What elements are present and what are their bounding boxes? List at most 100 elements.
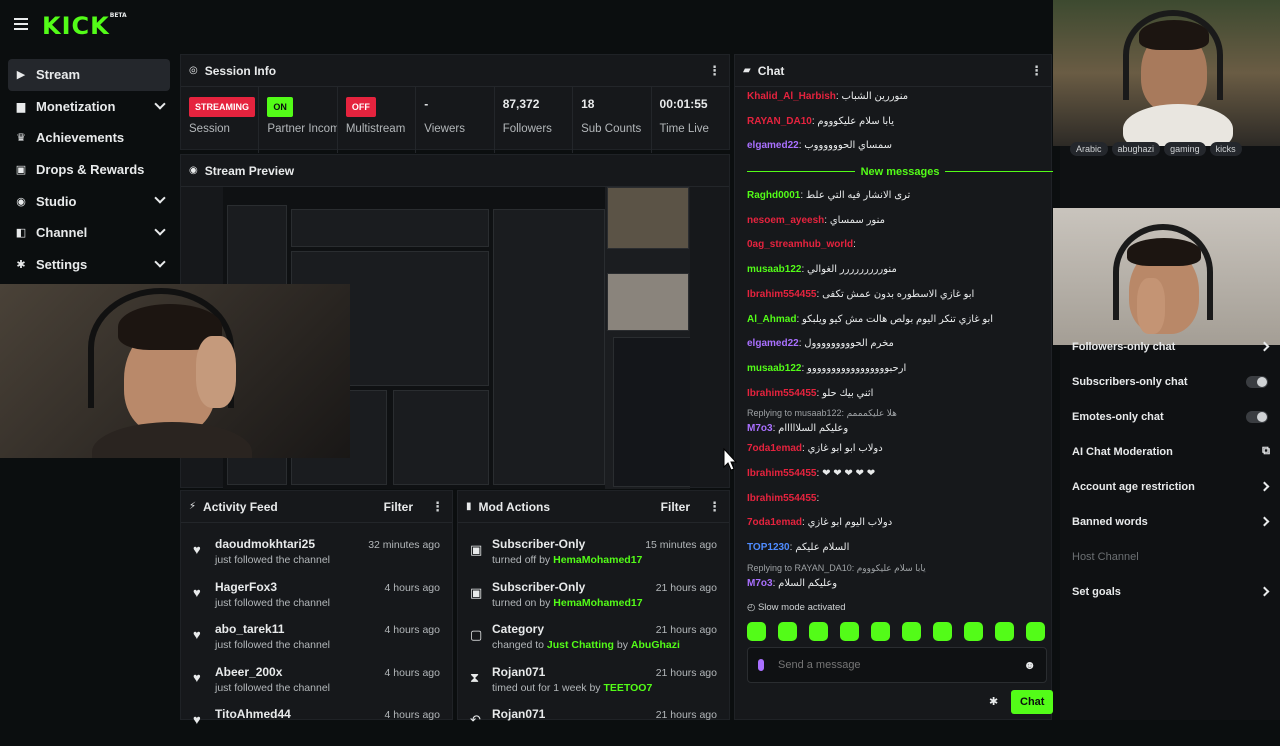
sidebar-item-studio[interactable]: ◉ Studio [8,185,170,217]
mod-action-user-link[interactable]: TEETOO7 [603,682,652,694]
mod-action-user-link[interactable]: HemaMohamed17 [553,597,642,609]
activity-item[interactable]: ♥ TitoAhmed44 4 hours ago [181,703,452,746]
emote-icon[interactable] [747,622,766,641]
mod-action-item[interactable]: ▣ Subscriber-Only turned on by HemaMohamed… [458,576,729,619]
emote-icon[interactable] [933,622,952,641]
stream-tag[interactable]: Arabic [1070,142,1108,156]
send-chat-button[interactable]: Chat [1011,690,1054,714]
emoji-icon[interactable]: ☻ [1023,658,1036,672]
emote-icon[interactable] [809,622,828,641]
emote-icon[interactable] [840,622,859,641]
chat-username[interactable]: elgamed22 [747,338,799,349]
more-options-icon[interactable]: ⋮ [1030,63,1043,79]
chat-username[interactable]: Ibrahim554455 [747,493,817,504]
activity-item[interactable]: ♥ abo_tarek11 just followed the channel 4 h… [181,618,452,661]
sidebar-item-channel[interactable]: ◧ Channel [8,217,170,249]
sidebar-item-drops-rewards[interactable]: ▣ Drops & Rewards [8,154,170,186]
sidebar-item-stream[interactable]: ▶ Stream [8,59,170,91]
setting-ai-chat-moderation[interactable]: AI Chat Moderation ⧉ [1060,434,1280,469]
chat-username[interactable]: nesoem_ayeesh [747,215,824,226]
more-options-icon[interactable]: ⋮ [708,63,721,79]
activity-item[interactable]: ♥ daoudmokhtari25 just followed the channe… [181,533,452,576]
chevron-right-icon[interactable] [1259,481,1270,492]
chat-message: elgamed22: مخرم الحووووووووول [747,332,1053,357]
setting-label: Set goals [1072,585,1121,598]
chat-message-input[interactable] [778,659,1024,671]
chevron-down-icon[interactable] [154,255,166,268]
kick-logo[interactable]: KICKBETA [42,12,127,40]
chevron-right-icon[interactable] [1259,586,1270,597]
emote-icon[interactable] [1026,622,1045,641]
activity-description: just followed the channel [215,639,330,651]
emote-icon[interactable] [871,622,890,641]
chat-settings-gear-icon[interactable]: ✱ [989,695,998,708]
mod-action-user-link[interactable]: Just Chatting [547,639,614,651]
microphone-icon[interactable] [758,659,764,671]
emote-icon[interactable] [778,622,797,641]
chat-username[interactable]: musaab122 [747,363,801,374]
hourglass-icon: ⧗ [470,669,480,685]
mod-filter-button[interactable]: Filter [661,500,690,514]
setting-banned-words[interactable]: Banned words [1060,504,1280,539]
chat-username[interactable]: Khalid_Al_Harbish [747,91,836,102]
toggle-switch[interactable] [1246,376,1268,388]
stream-tag[interactable]: gaming [1164,142,1206,156]
chat-username[interactable]: 0ag_streamhub_world [747,239,853,250]
chevron-down-icon[interactable] [154,97,166,110]
sidebar-item-settings[interactable]: ✱ Settings [8,249,170,281]
chat-text: منوررررررررر الغوالي [807,264,897,276]
chat-username[interactable]: Ibrahim554455 [747,388,817,399]
chat-username[interactable]: elgamed22 [747,140,799,151]
chat-input-box[interactable]: ☻ [747,647,1047,683]
chevron-down-icon[interactable] [154,192,166,205]
sidebar-item-achievements[interactable]: ♛ Achievements [8,122,170,154]
activity-item[interactable]: ♥ Abeer_200x just followed the channel 4 ho… [181,661,452,704]
chat-username[interactable]: M7o3 [747,423,773,434]
setting-followers-only-chat[interactable]: Followers-only chat [1060,329,1280,364]
mod-action-item[interactable]: ↶ Rojan071 21 hours ago [458,703,729,746]
setting-subscribers-only-chat[interactable]: Subscribers-only chat [1060,364,1280,399]
external-link-icon[interactable]: ⧉ [1262,445,1270,458]
chat-username[interactable]: 7oda1emad [747,517,802,528]
session-stat-value: - [424,97,429,111]
chat-message: musaab122: منوررررررررر الغوالي [747,258,1053,283]
chat-username[interactable]: Al_Ahmad [747,314,796,325]
setting-emotes-only-chat[interactable]: Emotes-only chat [1060,399,1280,434]
setting-set-goals[interactable]: Set goals [1060,574,1280,609]
chevron-right-icon[interactable] [1259,516,1270,527]
sidebar-item-monetization[interactable]: ▆ Monetization [8,91,170,123]
stream-preview-header: ◉ Stream Preview [181,155,729,187]
mod-action-user-link[interactable]: HemaMohamed17 [553,554,642,566]
emote-icon[interactable] [902,622,921,641]
more-options-icon[interactable]: ⋮ [708,499,721,515]
more-options-icon[interactable]: ⋮ [431,499,444,515]
chat-message: musaab122: ارحبووووووووووووووووو [747,357,1053,382]
chat-username[interactable]: M7o3 [747,578,773,589]
chat-username[interactable]: Ibrahim554455 [747,468,817,479]
activity-item[interactable]: ♥ HagerFox3 just followed the channel 4 hou… [181,576,452,619]
stream-tag[interactable]: kicks [1209,142,1242,156]
emote-icon[interactable] [995,622,1014,641]
mod-action-item[interactable]: ⧗ Rojan071 timed out for 1 week by TEETOO7… [458,661,729,704]
chat-username[interactable]: 7oda1emad [747,443,802,454]
chevron-down-icon[interactable] [154,224,166,236]
activity-filter-button[interactable]: Filter [384,500,413,514]
chat-username[interactable]: Ibrahim554455 [747,289,817,300]
chat-username[interactable]: musaab122 [747,264,801,275]
mod-action-user-link[interactable]: AbuGhazi [631,639,680,651]
mod-actions-header: ▮ Mod Actions Filter ⋮ [458,491,729,523]
chevron-right-icon[interactable] [1259,341,1270,352]
mod-action-item[interactable]: ▣ Subscriber-Only turned off by HemaMohame… [458,533,729,576]
chat-username[interactable]: Raghd0001 [747,190,800,201]
mod-action-timestamp: 21 hours ago [655,709,717,721]
toggle-switch[interactable] [1246,411,1268,423]
setting-account-age-restriction[interactable]: Account age restriction [1060,469,1280,504]
mod-action-timestamp: 21 hours ago [655,624,717,636]
chat-username[interactable]: RAYAN_DA10 [747,116,812,127]
menu-icon[interactable] [14,18,28,30]
mod-action-item[interactable]: ▢ Category changed to Just Chatting by Abu… [458,618,729,661]
emote-icon[interactable] [964,622,983,641]
stream-tag[interactable]: abughazi [1111,142,1161,156]
activity-feed-panel: ⚡ Activity Feed Filter ⋮ ♥ daoudmokhtari2… [180,490,453,727]
chat-username[interactable]: TOP1230 [747,542,790,553]
